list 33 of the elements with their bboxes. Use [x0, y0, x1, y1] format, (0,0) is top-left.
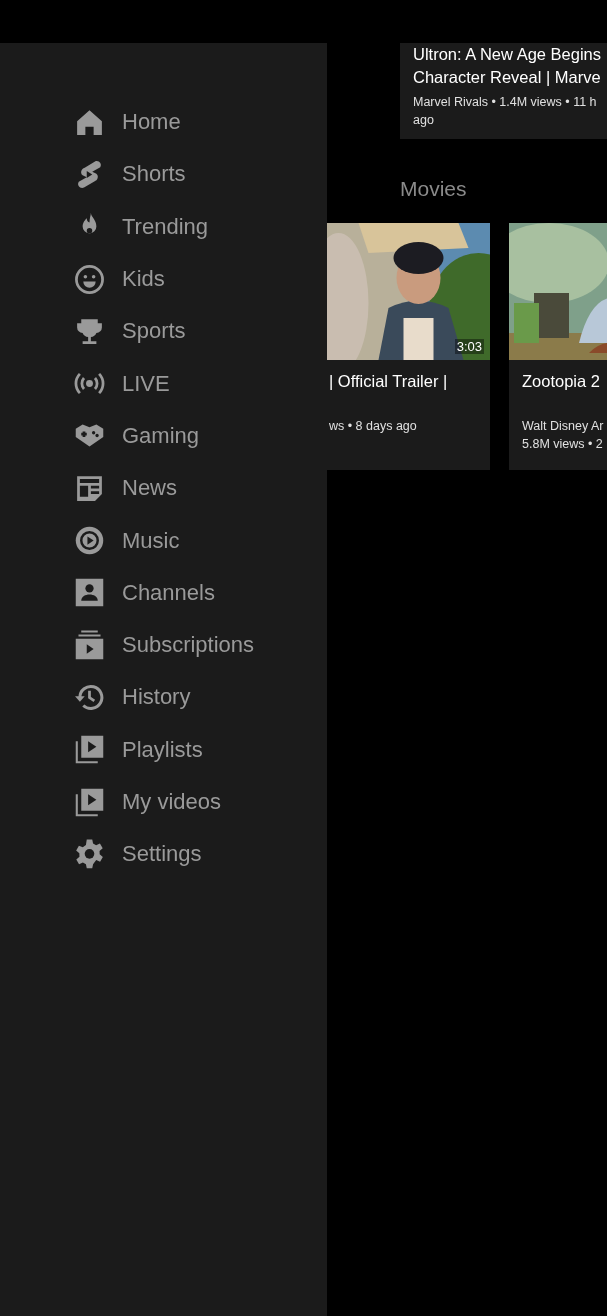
- video-title: | Official Trailer |: [329, 372, 448, 391]
- menu-item[interactable]: Gaming: [73, 409, 200, 463]
- video-meta: Walt Disney Ar: [522, 418, 604, 435]
- video-title: Zootopia 2: [522, 372, 600, 391]
- menu-item[interactable]: Kids: [73, 252, 165, 306]
- menu-item[interactable]: Playlists: [73, 723, 203, 776]
- menu-item[interactable]: Home: [73, 96, 181, 149]
- video-meta: 5.8M views • 2: [522, 436, 603, 453]
- menu-item[interactable]: History: [73, 671, 191, 724]
- menu-item[interactable]: Music: [73, 514, 180, 567]
- menu-item[interactable]: Settings: [73, 828, 202, 881]
- menu-item[interactable]: Subscriptions: [73, 618, 255, 672]
- video-title: Character Reveal | Marve: [413, 67, 601, 88]
- menu-item[interactable]: Trending: [73, 200, 208, 253]
- video-title: Ultron: A New Age Begins: [413, 44, 602, 65]
- menu-item[interactable]: My videos: [73, 775, 222, 829]
- menu-item[interactable]: Channels: [73, 566, 215, 619]
- menu-item[interactable]: LIVE: [73, 357, 170, 410]
- video-meta: ws • 8 days ago: [329, 418, 417, 435]
- video-meta: ago: [413, 112, 434, 129]
- subscriptions-icon: [73, 628, 106, 662]
- menu-item[interactable]: News: [73, 462, 177, 515]
- video-card[interactable]: 3:03 | Official Trailer | ws • 8 days ago: [327, 223, 490, 470]
- menu-item[interactable]: Shorts: [73, 148, 186, 201]
- menu-item[interactable]: Sports: [73, 305, 186, 358]
- video-meta: Marvel Rivals • 1.4M views • 11 h: [413, 94, 597, 111]
- video-card[interactable]: Zootopia 2 Walt Disney Ar 5.8M views • 2: [509, 223, 607, 470]
- section-heading: Movies: [400, 177, 467, 201]
- duration-badge: 3:03: [454, 339, 484, 354]
- settings-icon: [73, 837, 106, 871]
- video-card[interactable]: Ultron: A New Age Begins Character Reveal | Marve Marvel Rivals • 1.4M views • 11 h ago: [400, 43, 607, 139]
- smiley-face-icon: [73, 262, 106, 296]
- play-circle-icon: [73, 524, 106, 557]
